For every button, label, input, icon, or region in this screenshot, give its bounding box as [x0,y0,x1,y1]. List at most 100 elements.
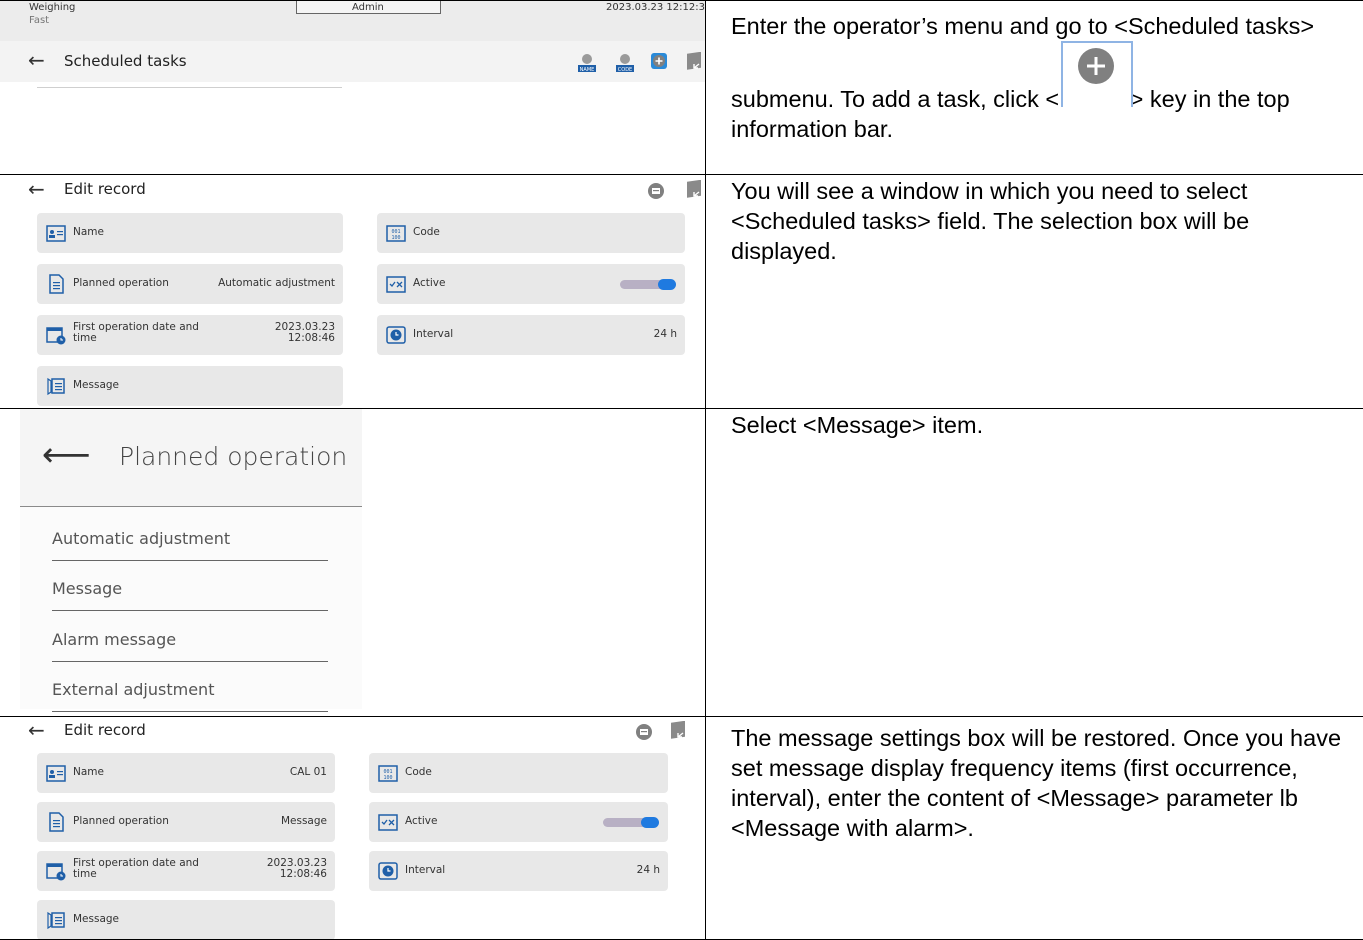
active-field[interactable]: Active [377,264,685,304]
option-alarm-message[interactable]: Alarm message [52,612,328,662]
interval-value: 24 h [636,864,660,876]
planned-operation-value: Automatic adjustment [218,277,335,289]
option-label: Alarm message [52,630,177,649]
svg-text:100: 100 [391,235,400,241]
option-message[interactable]: Message [52,561,328,611]
code-label: Code [405,766,432,778]
document-icon [49,274,64,294]
title-bar: ← Scheduled tasks NAME CODE [0,41,705,82]
instruction-text-4: The message settings box will be restore… [731,725,1342,841]
list-title: Planned operation [119,442,348,471]
instruction-row-1: Weighing Fast Admin 2023.03.23 12:12:37 … [0,0,1363,174]
code-icon: 001100 [378,765,398,782]
active-field[interactable]: Active [369,802,668,842]
instruction-row-4: ← Edit record Name CAL 01 001 100 Code Pl… [0,716,1363,940]
name-value: CAL 01 [289,766,327,778]
active-toggle[interactable] [620,279,676,290]
instruction-text-3: Select <Message> item. [731,412,984,438]
exit-icon[interactable] [669,720,689,741]
edit-record-screenshot-2: ← Edit record Name CAL 01 001 100 Code Pl… [0,717,705,939]
page-title: Edit record [64,180,146,198]
instruction-text-2: You will see a window in which you need … [731,178,1250,264]
list-header: ⟵ Planned operation [20,409,362,507]
interval-label: Interval [405,864,446,876]
first-operation-label: First operation date and time [73,858,199,880]
planned-operation-label: Planned operation [73,815,169,827]
name-field[interactable]: Name [37,213,343,253]
name-icon [46,765,66,782]
column-divider [705,0,706,940]
interval-field[interactable]: Interval 24 h [369,851,668,891]
scheduled-tasks-screenshot: Weighing Fast Admin 2023.03.23 12:12:37 … [0,1,705,174]
first-operation-label-line-2: time [73,868,97,880]
status-bar: Weighing Fast Admin 2023.03.23 12:12:37 [0,1,705,41]
code-field[interactable]: 001 100 Code [377,213,685,253]
exit-icon[interactable] [685,179,705,200]
option-label: External adjustment [52,680,215,699]
calendar-clock-icon [46,863,66,881]
toggle-knob [658,279,676,290]
name-label: Name [73,226,104,238]
interval-value: 24 h [653,328,677,340]
exit-icon[interactable] [685,51,705,72]
page-title: Edit record [64,721,146,739]
active-label: Active [413,277,446,289]
page-title: Scheduled tasks [64,52,187,70]
planned-operation-list: ⟵ Planned operation Automatic adjustment… [20,409,362,712]
name-icon-label: NAME [580,67,595,73]
back-arrow-icon[interactable]: ← [28,48,45,72]
first-operation-field[interactable]: First operation date and time 2023.03.23 1… [37,315,343,355]
clock-icon [378,862,398,880]
save-icon[interactable] [636,724,652,740]
first-operation-label-line-2: time [73,332,97,344]
option-external-adjustment[interactable]: External adjustment [52,662,328,712]
first-operation-time: 12:08:46 [279,868,327,880]
user-label: Admin [352,2,384,13]
code-icon-label: CODE [618,67,632,73]
search-name-icon[interactable]: NAME [577,52,597,73]
message-label: Message [73,379,120,391]
list-divider [37,87,342,88]
message-icon [47,911,65,930]
back-arrow-icon[interactable]: ← [28,177,45,201]
calendar-clock-icon [46,327,66,345]
code-field[interactable]: 001 100 Code [369,753,668,793]
code-icon: 001100 [386,225,406,242]
datetime-label: 2023.03.23 12:12:37 [606,2,705,13]
add-circle-icon [1077,48,1114,84]
save-icon[interactable] [648,183,664,199]
add-key-inline [1058,41,1133,111]
name-icon [46,225,66,242]
planned-operation-value: Message [280,815,327,827]
interval-field[interactable]: Interval 24 h [377,315,685,355]
back-arrow-icon[interactable]: ← [28,718,45,742]
option-label: Message [52,579,123,598]
message-label: Message [73,913,120,925]
instruction-row-3: ⟵ Planned operation Automatic adjustment… [0,408,1363,716]
checkbox-icon [378,814,398,831]
option-automatic-adjustment[interactable]: Automatic adjustment [52,511,328,561]
planned-operation-screenshot: ⟵ Planned operation Automatic adjustment… [0,409,705,716]
document-icon [49,812,64,832]
message-icon [47,377,65,396]
first-operation-time: 12:08:46 [287,332,335,344]
mode-label: Weighing [29,2,76,13]
option-label: Automatic adjustment [52,529,231,548]
planned-operation-field[interactable]: Planned operation Automatic adjustment [37,264,343,304]
speed-label: Fast [29,15,50,26]
first-operation-field[interactable]: First operation date and time 2023.03.23 1… [37,851,335,891]
interval-label: Interval [413,328,454,340]
code-label: Code [413,226,440,238]
add-icon[interactable] [651,53,667,69]
message-field[interactable]: Message [37,366,343,406]
search-code-icon[interactable]: CODE [615,52,635,73]
first-operation-label: First operation date and time [73,322,199,344]
name-field[interactable]: Name CAL 01 [37,753,335,793]
back-arrow-icon[interactable]: ⟵ [42,435,91,475]
active-toggle[interactable] [603,817,659,828]
first-operation-value: 2023.03.23 12:08:46 [275,322,335,344]
edit-record-screenshot-1: ← Edit record Name 001 100 Code Planned o… [0,175,705,408]
message-field[interactable]: Message [37,900,335,939]
planned-operation-field[interactable]: Planned operation Message [37,802,335,842]
clock-icon [386,326,406,344]
